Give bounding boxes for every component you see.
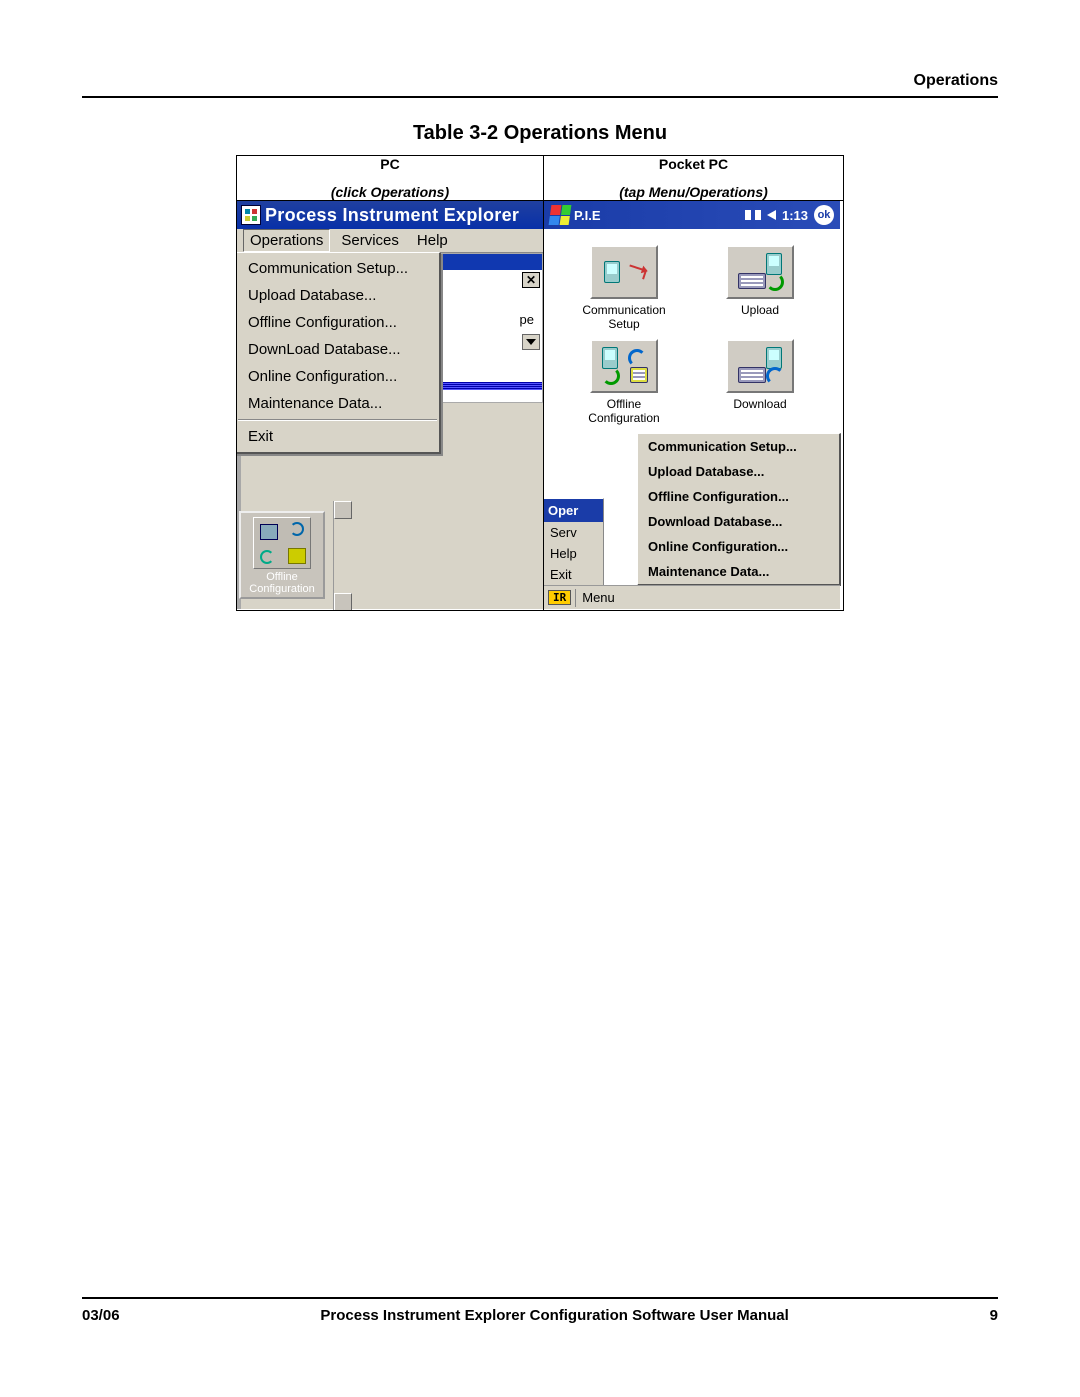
operations-table: PC (click Operations) Pocket PC (tap Men… [236,155,844,611]
ppc-titlebar: P.I.E 1:13 ok [544,201,840,229]
menu-help[interactable]: Help [410,229,455,252]
ppc-left-menu-serv[interactable]: Serv [544,522,603,543]
pc-screenshot: Process Instrument Explorer Operations S… [237,201,543,609]
menu-item-download-db[interactable]: DownLoad Database... [237,336,440,363]
menu-item-upload-db[interactable]: Upload Database... [237,282,440,309]
icon-comm-setup-label: CommunicationSetup [568,303,680,331]
app-icon [241,205,261,225]
pc-menubar[interactable]: Operations Services Help [237,229,543,253]
ppc-left-menu-exit[interactable]: Exit [544,564,603,585]
column-ppc-sub: (tap Menu/Operations) [544,184,843,200]
ppc-bottom-bar: IR Menu [544,585,840,609]
ppc-menu-upload-db[interactable]: Upload Database... [638,459,839,484]
icon-download[interactable]: Download [704,339,816,425]
column-pc-name: PC [380,156,399,172]
footer-divider [82,1297,998,1299]
divider [82,96,998,98]
ppc-menu-maintenance[interactable]: Maintenance Data... [638,559,839,584]
ok-button[interactable]: ok [814,205,834,225]
table-title: Table 3-2 Operations Menu [82,122,998,145]
menu-button[interactable]: Menu [582,590,615,605]
pc-title-text: Process Instrument Explorer [265,205,519,226]
menu-operations[interactable]: Operations [243,229,330,252]
operations-dropdown[interactable]: Communication Setup... Upload Database..… [237,252,442,454]
ppc-title-text: P.I.E [574,208,601,223]
menu-item-offline-config[interactable]: Offline Configuration... [237,309,440,336]
menu-item-exit[interactable]: Exit [237,423,440,450]
icon-offline-config[interactable]: OfflineConfiguration [568,339,680,425]
ppc-left-menu-help[interactable]: Help [544,543,603,564]
pocketpc-screenshot: P.I.E 1:13 ok Commun [544,201,840,609]
speaker-icon [767,210,776,220]
icon-download-label: Download [704,397,816,411]
footer-page: 9 [990,1307,998,1324]
ir-button[interactable]: IR [548,590,571,605]
menu-item-online-config[interactable]: Online Configuration... [237,363,440,390]
ppc-menu-offline-config[interactable]: Offline Configuration... [638,484,839,509]
icon-comm-setup[interactable]: CommunicationSetup [568,245,680,331]
footer-date: 03/06 [82,1307,120,1324]
connection-icon [745,208,761,222]
section-header: Operations [82,72,998,90]
offline-chip-line1: Offline [241,571,323,583]
ppc-left-menu[interactable]: Oper Serv Help Exit [544,498,604,585]
menu-item-maintenance[interactable]: Maintenance Data... [237,390,440,417]
chevron-down-icon[interactable] [522,334,540,350]
column-pc-sub: (click Operations) [237,184,543,200]
partial-text-pe: pe [520,312,534,327]
footer-title: Process Instrument Explorer Configuratio… [320,1307,788,1324]
icon-offline-config-label: OfflineConfiguration [568,397,680,425]
ppc-left-menu-oper[interactable]: Oper [544,499,603,522]
close-icon[interactable]: ✕ [522,272,540,288]
menu-services[interactable]: Services [334,229,406,252]
offline-chip-line2: Configuration [241,583,323,595]
windows-logo-icon [549,205,572,225]
ppc-menu-comm-setup[interactable]: Communication Setup... [638,434,839,459]
clock-text: 1:13 [782,208,808,223]
icon-upload-label: Upload [704,303,816,317]
ppc-menu-download-db[interactable]: Download Database... [638,509,839,534]
scrollbar[interactable] [333,501,349,611]
icon-upload[interactable]: Upload [704,245,816,331]
offline-config-button[interactable]: Offline Configuration [239,511,325,599]
menu-item-comm-setup[interactable]: Communication Setup... [237,255,440,282]
column-ppc-name: Pocket PC [659,156,728,172]
ppc-popup-menu[interactable]: Communication Setup... Upload Database..… [637,433,841,586]
ppc-menu-online-config[interactable]: Online Configuration... [638,534,839,559]
pc-titlebar: Process Instrument Explorer [237,201,543,229]
